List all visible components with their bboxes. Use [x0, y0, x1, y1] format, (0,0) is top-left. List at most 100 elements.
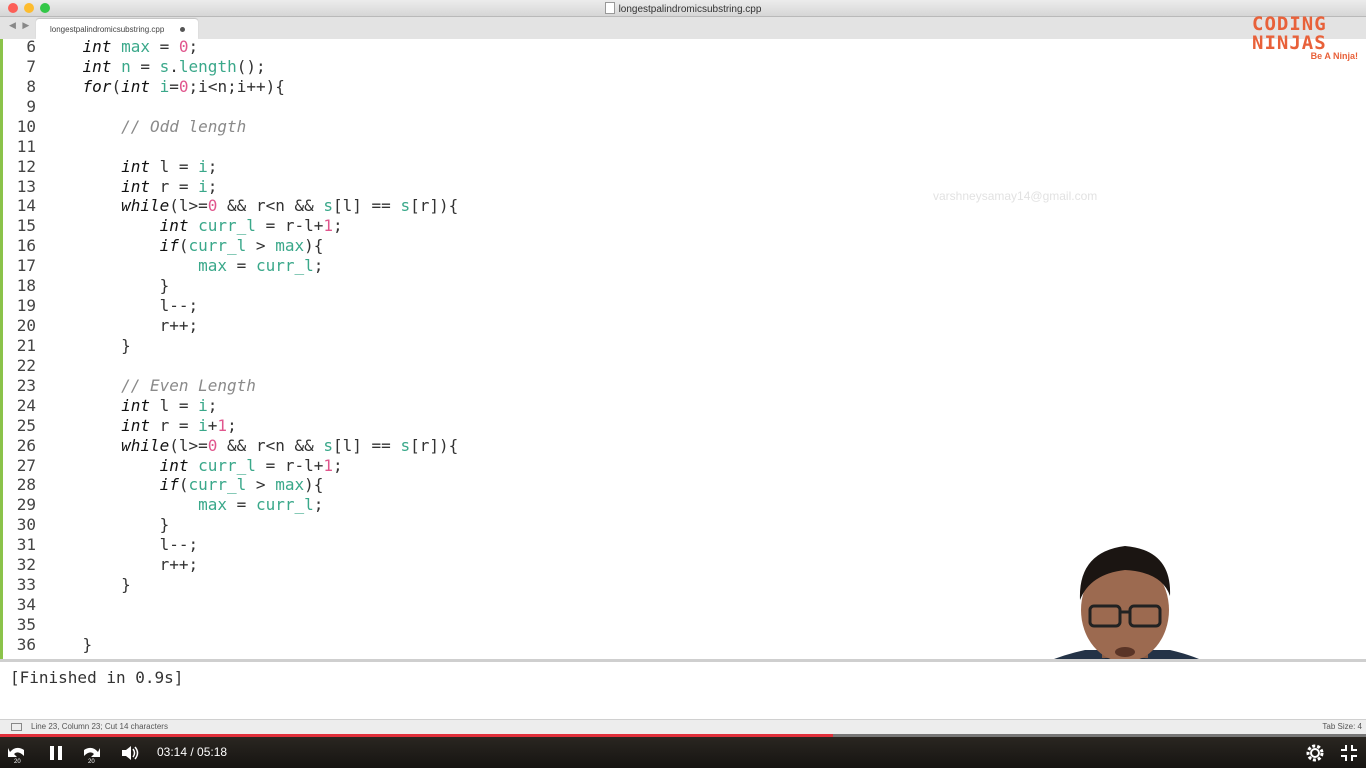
code-token: [l] == — [333, 435, 401, 455]
code-token: = r-l+ — [255, 216, 324, 236]
tab-size-indicator[interactable]: Tab Size: 4 — [1322, 722, 1362, 731]
code-token: = — [227, 495, 256, 515]
code-line[interactable]: 22 — [3, 356, 1363, 376]
code-token: if — [159, 236, 179, 256]
code-line[interactable]: 24 int l = i; — [3, 396, 1363, 416]
code-token: ; — [207, 395, 218, 415]
code-token: s — [323, 196, 334, 216]
line-number: 18 — [16, 276, 36, 296]
status-text: Line 23, Column 23; Cut 14 characters — [31, 722, 168, 731]
code-token: // Odd length — [121, 116, 247, 136]
code-token: ; — [333, 455, 343, 475]
code-token: (l>= — [169, 196, 208, 216]
panel-toggle-icon[interactable] — [11, 723, 22, 731]
code-token: } — [159, 276, 170, 296]
code-token: i — [159, 76, 170, 96]
volume-icon[interactable] — [119, 742, 141, 764]
line-number: 27 — [16, 455, 36, 475]
code-line[interactable]: 18 } — [3, 276, 1363, 296]
code-token: l = — [149, 156, 199, 176]
code-token: int — [159, 455, 189, 475]
code-token: 0 — [207, 435, 218, 455]
code-line[interactable]: 13 int r = i; — [3, 177, 1363, 197]
code-line[interactable]: 17 max = curr_l; — [3, 256, 1363, 276]
code-line[interactable]: 11 — [3, 137, 1363, 157]
code-line[interactable]: 25 int r = i+1; — [3, 416, 1363, 436]
code-token: int — [121, 415, 150, 435]
code-token: ( — [111, 76, 122, 96]
code-line[interactable]: 16 if(curr_l > max){ — [3, 236, 1363, 256]
code-token: ){ — [304, 236, 324, 256]
code-line[interactable]: 14 while(l>=0 && r<n && s[l] == s[r]){ — [3, 196, 1363, 216]
code-token: = — [149, 39, 179, 56]
code-line[interactable]: 26 while(l>=0 && r<n && s[l] == s[r]){ — [3, 436, 1363, 456]
code-line[interactable]: 28 if(curr_l > max){ — [3, 475, 1363, 495]
code-line[interactable]: 8 for(int i=0;i<n;i++){ — [3, 77, 1363, 97]
line-number: 28 — [16, 475, 36, 495]
code-token: int — [159, 216, 189, 236]
code-line[interactable]: 6 int max = 0; — [3, 39, 1363, 57]
code-token: 1 — [323, 455, 334, 475]
code-token: l--; — [159, 535, 199, 555]
code-token: s — [159, 56, 170, 76]
line-number: 33 — [16, 575, 36, 595]
line-number: 19 — [16, 296, 36, 316]
skip-forward-icon[interactable]: 20 — [80, 742, 102, 764]
code-line[interactable]: 30 } — [3, 515, 1363, 535]
code-line[interactable]: 19 l--; — [3, 296, 1363, 316]
code-line[interactable]: 23 // Even Length — [3, 376, 1363, 396]
code-token: i — [198, 156, 208, 176]
build-output-panel: [Finished in 0.9s] — [0, 659, 1366, 722]
code-token: ; — [188, 39, 199, 56]
code-line[interactable]: 27 int curr_l = r-l+1; — [3, 456, 1363, 476]
code-token: curr_l — [188, 236, 247, 256]
code-token: i — [198, 176, 208, 196]
code-token: ( — [178, 236, 189, 256]
code-token: 1 — [217, 415, 228, 435]
code-line[interactable]: 15 int curr_l = r-l+1; — [3, 216, 1363, 236]
line-number: 21 — [16, 335, 36, 355]
tab-longestpalindromicsubstring[interactable]: longestpalindromicsubstring.cpp — [36, 19, 198, 39]
window-titlebar: longestpalindromicsubstring.cpp — [0, 0, 1366, 17]
code-token: } — [121, 335, 131, 355]
code-token: s — [400, 196, 411, 216]
code-token: for — [82, 76, 112, 96]
skip-back-icon[interactable]: 20 — [6, 742, 28, 764]
code-line[interactable]: 9 — [3, 97, 1363, 117]
line-number: 31 — [16, 535, 36, 555]
code-line[interactable]: 12 int l = i; — [3, 157, 1363, 177]
exit-fullscreen-icon[interactable] — [1338, 742, 1360, 764]
code-token: ; — [313, 256, 324, 276]
line-number: 12 — [16, 156, 36, 176]
code-line[interactable]: 20 r++; — [3, 316, 1363, 336]
settings-gear-icon[interactable] — [1304, 742, 1326, 764]
code-token: 0 — [178, 76, 189, 96]
line-number: 23 — [16, 375, 36, 395]
code-line[interactable]: 29 max = curr_l; — [3, 495, 1363, 515]
code-line[interactable]: 21 } — [3, 336, 1363, 356]
line-number: 10 — [16, 116, 36, 136]
tab-nav-arrows-icon[interactable]: ◀ ▶ — [9, 20, 31, 31]
pause-icon[interactable] — [45, 742, 67, 764]
unsaved-dot-icon[interactable] — [180, 27, 185, 32]
code-token: > — [246, 475, 276, 495]
code-line[interactable]: 10 // Odd length — [3, 117, 1363, 137]
code-token: r++; — [159, 555, 199, 575]
document-icon — [604, 2, 615, 14]
code-token: ;i<n;i++){ — [188, 76, 285, 96]
code-line[interactable]: 7 int n = s.length(); — [3, 57, 1363, 77]
